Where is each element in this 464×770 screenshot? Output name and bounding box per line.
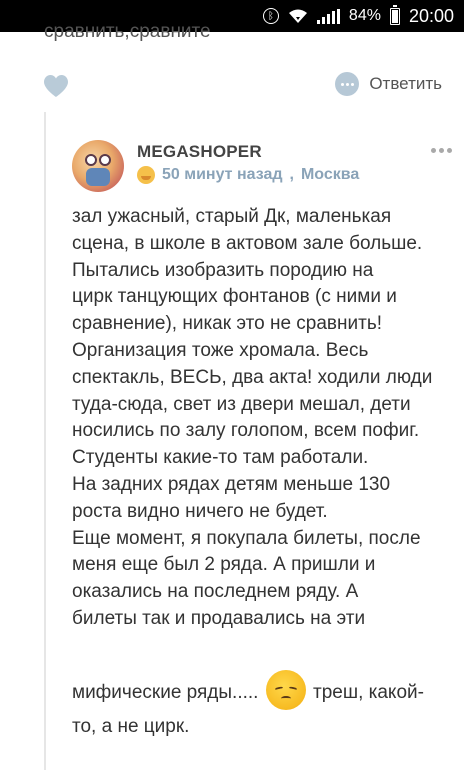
- battery-icon: [389, 5, 400, 25]
- comment-body: зал ужасный, старый Дк, маленькая сцена,…: [72, 204, 452, 740]
- reply-button[interactable]: Ответить: [335, 72, 442, 96]
- comment-line: носились по залу голопом, всем пофиг.: [72, 420, 420, 442]
- disappointed-face-emoji-icon: [265, 669, 306, 710]
- meta-separator: ,: [289, 166, 294, 183]
- comment-line: Студенты какие-то там работали.: [72, 447, 369, 469]
- comment-time: 50 минут назад: [162, 166, 283, 183]
- comment-line: сравнение), никак это не сравнить!: [72, 313, 383, 335]
- comment-line: сцена, в школе в актовом зале больше.: [72, 232, 423, 254]
- comment-line-with-emoji: мифические ряды..... треш, какой-: [72, 669, 452, 710]
- heart-icon[interactable]: [43, 74, 69, 98]
- status-time: 20:00: [408, 5, 454, 26]
- comment-header: MEGASHOPER 50 минут назад , Москва: [72, 138, 452, 194]
- comment-line: Пытались изобразить породию на: [72, 259, 374, 281]
- signal-icon: [316, 8, 340, 24]
- reply-label: Ответить: [369, 74, 442, 93]
- more-options-icon[interactable]: [431, 148, 452, 153]
- comment-line: туда-сюда, свет из двери мешал, дети: [72, 393, 411, 415]
- battery-percent: 84%: [348, 7, 381, 24]
- comment-line: Еще момент, я покупала билеты, после: [72, 527, 421, 549]
- comment-line: спектакль, ВЕСЬ, два акта! ходили люди: [72, 366, 433, 388]
- bluetooth-icon: ᛒ: [262, 8, 279, 24]
- avatar[interactable]: [72, 140, 124, 192]
- reply-bubble-icon: [335, 72, 360, 96]
- comment-text-before-emoji: мифические ряды.....: [72, 681, 259, 703]
- comment-line: зал ужасный, старый Дк, маленькая: [72, 206, 392, 227]
- comment-line: билеты так и продавались на эти: [72, 607, 366, 629]
- comment-author[interactable]: MEGASHOPER: [137, 142, 262, 162]
- comment-actions: Ответить: [0, 66, 464, 106]
- comment-line: На задних рядах детям меньше 130: [72, 473, 391, 495]
- comment-city: Москва: [300, 166, 360, 183]
- comment-line: роста видно ничего не будет.: [72, 500, 328, 522]
- comment-line: оказались на последнем ряду. А: [72, 581, 359, 603]
- comment-meta: 50 минут назад , Москва: [137, 166, 359, 184]
- previous-comment-text: сравнить,сравните: [44, 21, 211, 42]
- user-level-icon: [137, 166, 155, 184]
- thread-indent-line: [44, 112, 46, 770]
- comment-line: Организация тоже хромала. Весь: [72, 339, 369, 361]
- wifi-icon: [288, 9, 307, 23]
- comment-line: то, а не цирк.: [72, 715, 190, 737]
- comment-text-after-emoji: треш, какой-: [313, 681, 424, 703]
- comment-line: меня еще был 2 ряда. А пришли и: [72, 554, 376, 576]
- comment-line: цирк танцующих фонтанов (с ними и: [72, 286, 397, 308]
